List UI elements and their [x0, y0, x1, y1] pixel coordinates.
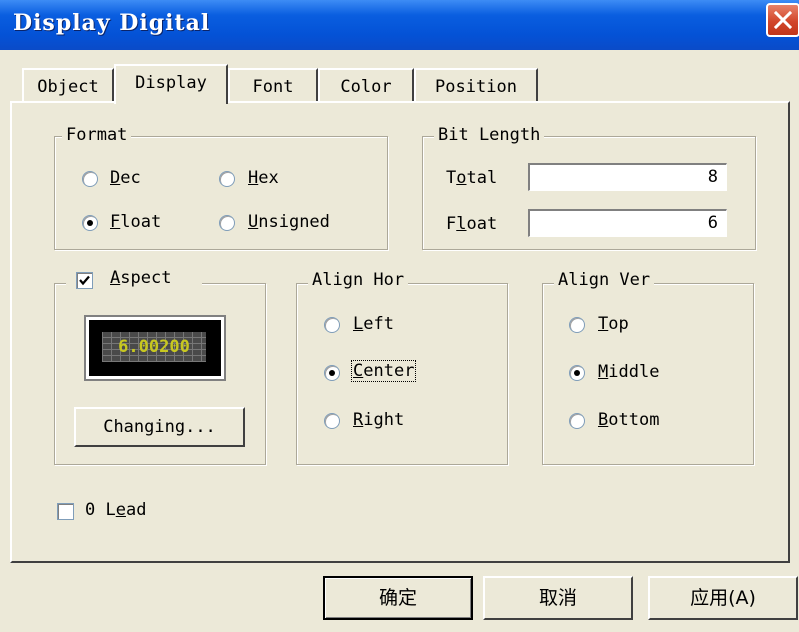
- tab-object-label: Object: [37, 77, 99, 97]
- tab-display-label: Display: [135, 73, 207, 93]
- center-radio[interactable]: [324, 365, 340, 381]
- ok-button[interactable]: 确定: [323, 576, 473, 620]
- title-bar[interactable]: Display Digital: [0, 0, 799, 50]
- dec-label[interactable]: Dec: [110, 168, 141, 188]
- middle-label[interactable]: Middle: [598, 362, 659, 382]
- window-title: Display Digital: [13, 10, 211, 36]
- tab-display[interactable]: Display: [114, 64, 228, 104]
- align-hor-legend: Align Hor: [308, 270, 409, 290]
- unsigned-radio[interactable]: [219, 215, 235, 231]
- tab-object[interactable]: Object: [22, 68, 114, 102]
- tab-position-label: Position: [435, 77, 517, 97]
- aspect-checkbox[interactable]: [76, 272, 93, 289]
- align-ver-legend: Align Ver: [554, 270, 655, 290]
- bottom-label[interactable]: Bottom: [598, 410, 659, 430]
- cancel-button[interactable]: 取消: [483, 576, 633, 620]
- tab-font[interactable]: Font: [228, 68, 318, 102]
- tab-font-label: Font: [252, 77, 294, 97]
- tab-color-label: Color: [340, 77, 392, 97]
- changing-button[interactable]: Changing...: [74, 407, 245, 447]
- zero-lead-label[interactable]: 0 Lead: [85, 500, 146, 520]
- total-field[interactable]: 8: [528, 163, 727, 191]
- float-radio[interactable]: [82, 215, 98, 231]
- bit-length-legend: Bit Length: [434, 125, 545, 145]
- dec-radio[interactable]: [82, 171, 98, 187]
- tab-color[interactable]: Color: [318, 68, 414, 102]
- float-length-label: Float: [446, 214, 498, 234]
- digital-display-preview: 6.00200: [84, 315, 226, 381]
- zero-lead-checkbox[interactable]: [57, 503, 74, 520]
- center-label[interactable]: Center: [351, 360, 417, 382]
- format-legend: Format: [62, 125, 132, 145]
- float-label[interactable]: Float: [110, 212, 161, 232]
- preview-screen: 6.00200: [102, 332, 206, 362]
- left-radio[interactable]: [324, 317, 340, 333]
- hex-label[interactable]: Hex: [248, 168, 279, 188]
- right-radio[interactable]: [324, 413, 340, 429]
- bottom-radio[interactable]: [569, 413, 585, 429]
- preview-value: 6.00200: [118, 337, 190, 357]
- float-length-field[interactable]: 6: [528, 209, 727, 237]
- left-label[interactable]: Left: [353, 314, 394, 334]
- middle-radio[interactable]: [569, 365, 585, 381]
- dialog-window: Display Digital Object Display Font Colo…: [0, 0, 799, 632]
- unsigned-label[interactable]: Unsigned: [248, 212, 330, 232]
- checkmark-icon: [79, 275, 90, 286]
- top-label[interactable]: Top: [598, 314, 629, 334]
- apply-button[interactable]: 应用(A): [648, 576, 798, 620]
- top-radio[interactable]: [569, 317, 585, 333]
- total-label: Total: [446, 168, 498, 188]
- hex-radio[interactable]: [219, 171, 235, 187]
- format-group: [54, 136, 388, 250]
- right-label[interactable]: Right: [353, 410, 404, 430]
- tab-position[interactable]: Position: [414, 68, 538, 102]
- close-button[interactable]: [766, 3, 799, 37]
- aspect-label[interactable]: Aspect: [110, 268, 171, 288]
